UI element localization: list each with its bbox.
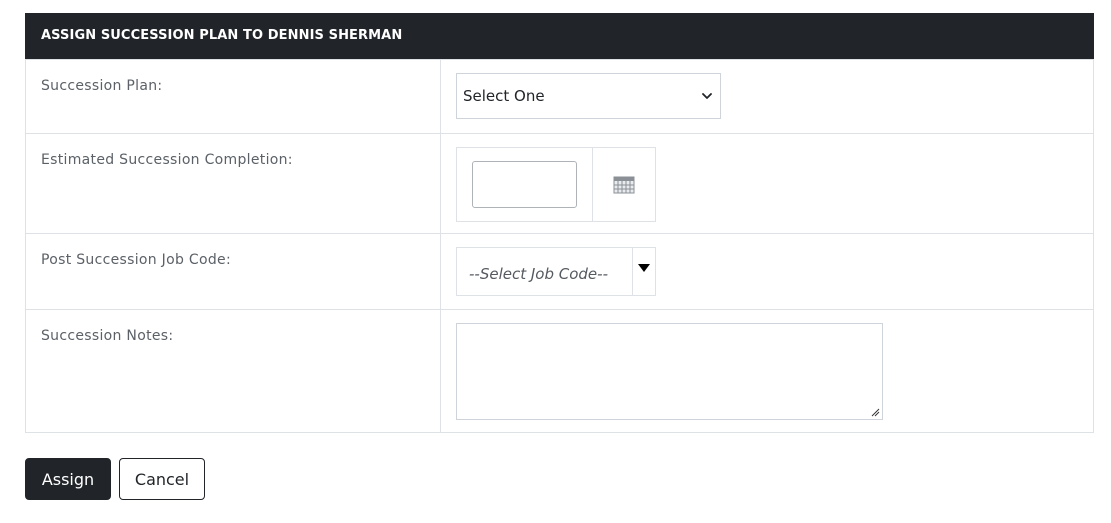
assign-succession-panel: ASSIGN SUCCESSION PLAN TO DENNIS SHERMAN… xyxy=(25,13,1094,433)
form-row-job-code: Post Succession Job Code: --Select Job C… xyxy=(25,233,1094,310)
form-row-notes: Succession Notes: xyxy=(25,309,1094,433)
succession-plan-label: Succession Plan: xyxy=(25,59,441,134)
notes-textarea[interactable] xyxy=(456,323,883,420)
job-code-label: Post Succession Job Code: xyxy=(25,233,441,310)
calendar-button[interactable] xyxy=(593,148,655,221)
caret-down-icon xyxy=(638,264,650,272)
job-code-select[interactable]: --Select Job Code-- xyxy=(456,247,656,296)
job-code-selected-value: --Select Job Code-- xyxy=(457,248,633,295)
completion-field-cell xyxy=(440,133,1094,234)
notes-label: Succession Notes: xyxy=(25,309,441,433)
resize-handle-icon[interactable] xyxy=(870,407,880,417)
completion-date-group xyxy=(456,147,656,222)
form-row-succession-plan: Succession Plan: Select One xyxy=(25,59,1094,134)
succession-plan-select[interactable]: Select One xyxy=(456,73,721,119)
completion-date-input[interactable] xyxy=(472,161,577,208)
assign-button[interactable]: Assign xyxy=(25,458,111,500)
succession-form: Succession Plan: Select One Estimated Su… xyxy=(25,59,1094,433)
notes-field-cell xyxy=(440,309,1094,433)
job-code-dropdown-toggle[interactable] xyxy=(633,248,655,295)
completion-date-wrapper xyxy=(457,148,593,221)
job-code-field-cell: --Select Job Code-- xyxy=(440,233,1094,310)
panel-title: ASSIGN SUCCESSION PLAN TO DENNIS SHERMAN xyxy=(25,13,1094,59)
completion-label: Estimated Succession Completion: xyxy=(25,133,441,234)
calendar-icon xyxy=(613,176,635,193)
succession-plan-field-cell: Select One xyxy=(440,59,1094,134)
cancel-button[interactable]: Cancel xyxy=(119,458,205,500)
form-row-completion: Estimated Succession Completion: xyxy=(25,133,1094,234)
chevron-down-icon xyxy=(702,93,712,99)
succession-plan-selected-value: Select One xyxy=(463,87,545,105)
